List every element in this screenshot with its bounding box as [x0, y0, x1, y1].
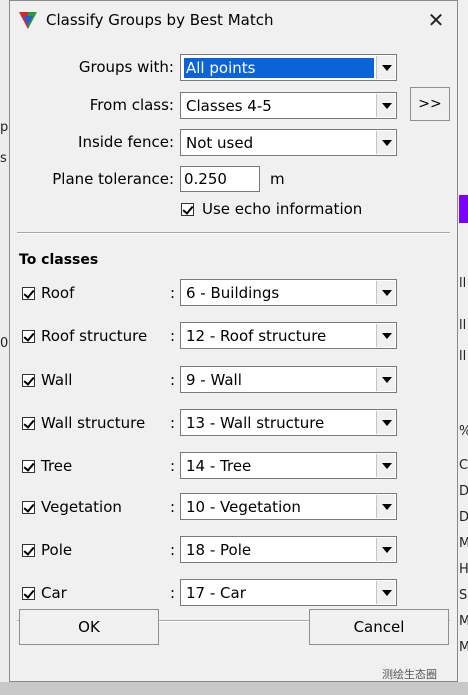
chevron-down-icon[interactable] — [376, 324, 395, 347]
chevron-down-icon[interactable] — [376, 454, 395, 477]
class-row-label: Roof — [41, 284, 75, 302]
class-row-label: Vegetation — [41, 498, 122, 516]
background-text: Mo — [459, 614, 468, 629]
chevron-down-icon[interactable] — [376, 368, 395, 391]
class-row-label: Wall — [41, 371, 73, 389]
class-row-checkbox[interactable] — [22, 501, 35, 514]
chevron-down-icon[interactable] — [376, 495, 395, 518]
class-row-colon: : — [170, 457, 176, 475]
class-row-value: 18 - Pole — [186, 541, 252, 559]
close-button[interactable]: ✕ — [420, 5, 452, 35]
from-class-label: From class: — [89, 96, 174, 114]
class-row-label: Pole — [41, 541, 73, 559]
background-text: ll — [459, 349, 467, 364]
divider — [17, 232, 450, 234]
dialog-title: Classify Groups by Best Match — [46, 11, 274, 29]
groups-with-dropdown[interactable]: All points — [180, 54, 397, 81]
background-text: % — [459, 424, 468, 439]
class-row-value: 13 - Wall structure — [186, 414, 325, 432]
class-row-label: Wall structure — [41, 414, 146, 432]
background-text: Mo — [459, 536, 468, 551]
title-bar[interactable]: Classify Groups by Best Match ✕ — [10, 1, 457, 39]
from-class-value: Classes 4-5 — [186, 97, 272, 115]
class-row-checkbox[interactable] — [22, 460, 35, 473]
class-row-value: 10 - Vegetation — [186, 498, 301, 516]
background-window-bottom — [0, 682, 468, 695]
class-row-value: 17 - Car — [186, 584, 246, 602]
class-row-label: Tree — [41, 457, 73, 475]
groups-with-value: All points — [184, 58, 374, 78]
chevron-down-icon[interactable] — [376, 131, 395, 154]
inside-fence-dropdown[interactable]: Not used — [180, 129, 397, 156]
class-row-dropdown[interactable]: 13 - Wall structure — [180, 409, 397, 436]
inside-fence-label: Inside fence: — [78, 133, 174, 151]
cancel-button[interactable]: Cancel — [309, 609, 449, 645]
plane-tolerance-input[interactable]: 0.250 — [180, 166, 260, 192]
background-text: ll — [459, 318, 467, 333]
chevron-down-icon[interactable] — [376, 56, 395, 79]
class-row-colon: : — [170, 541, 176, 559]
class-row-value: 6 - Buildings — [186, 284, 280, 302]
class-row-colon: : — [170, 327, 176, 345]
class-row-checkbox[interactable] — [22, 330, 35, 343]
background-text: s — [0, 151, 7, 166]
inside-fence-value: Not used — [186, 134, 254, 152]
chevron-down-icon[interactable] — [376, 94, 395, 117]
class-row-colon: : — [170, 371, 176, 389]
class-row-checkbox[interactable] — [22, 374, 35, 387]
class-row-checkbox[interactable] — [22, 587, 35, 600]
background-color-swatch — [459, 195, 468, 223]
chevron-down-icon[interactable] — [376, 581, 395, 604]
chevron-down-icon[interactable] — [376, 538, 395, 561]
class-row-dropdown[interactable]: 6 - Buildings — [180, 279, 397, 306]
watermark-text: 测绘生态圈 — [382, 668, 437, 681]
class-row-value: 9 - Wall — [186, 371, 242, 389]
class-row-checkbox[interactable] — [22, 287, 35, 300]
class-row-checkbox[interactable] — [22, 417, 35, 430]
class-row-colon: : — [170, 284, 176, 302]
class-row-dropdown[interactable]: 9 - Wall — [180, 366, 397, 393]
app-logo-icon — [19, 12, 37, 29]
groups-with-label: Groups with: — [78, 58, 174, 76]
chevron-down-icon[interactable] — [376, 411, 395, 434]
class-row-label: Car — [41, 584, 67, 602]
from-class-dropdown[interactable]: Classes 4-5 — [180, 92, 397, 119]
class-row-colon: : — [170, 414, 176, 432]
use-echo-checkbox[interactable] — [181, 203, 194, 216]
plane-tolerance-unit: m — [270, 170, 285, 188]
plane-tolerance-label: Plane tolerance: — [52, 170, 174, 188]
class-row-value: 14 - Tree — [186, 457, 252, 475]
use-echo-label: Use echo information — [202, 200, 363, 218]
classify-groups-dialog: Classify Groups by Best Match ✕ Groups w… — [9, 0, 458, 682]
background-text: Hig — [459, 562, 468, 577]
class-row-dropdown[interactable]: 10 - Vegetation — [180, 493, 397, 520]
ok-button[interactable]: OK — [19, 609, 159, 645]
background-text: Mo — [459, 640, 468, 655]
class-row-colon: : — [170, 584, 176, 602]
background-text: Dr — [459, 510, 468, 525]
class-row-value: 12 - Roof structure — [186, 327, 327, 345]
class-row-dropdown[interactable]: 18 - Pole — [180, 536, 397, 563]
background-text: ll — [459, 276, 467, 291]
chevron-down-icon[interactable] — [376, 281, 395, 304]
plane-tolerance-value: 0.250 — [184, 170, 227, 188]
class-row-dropdown[interactable]: 14 - Tree — [180, 452, 397, 479]
background-text: Su — [459, 588, 468, 603]
class-row-dropdown[interactable]: 17 - Car — [180, 579, 397, 606]
class-row-label: Roof structure — [41, 327, 148, 345]
class-row-dropdown[interactable]: 12 - Roof structure — [180, 322, 397, 349]
background-text: De — [459, 484, 468, 499]
to-classes-heading: To classes — [19, 252, 99, 268]
background-text: Cla — [459, 458, 468, 473]
more-classes-button[interactable]: >> — [410, 87, 450, 121]
class-row-colon: : — [170, 498, 176, 516]
class-row-checkbox[interactable] — [22, 544, 35, 557]
